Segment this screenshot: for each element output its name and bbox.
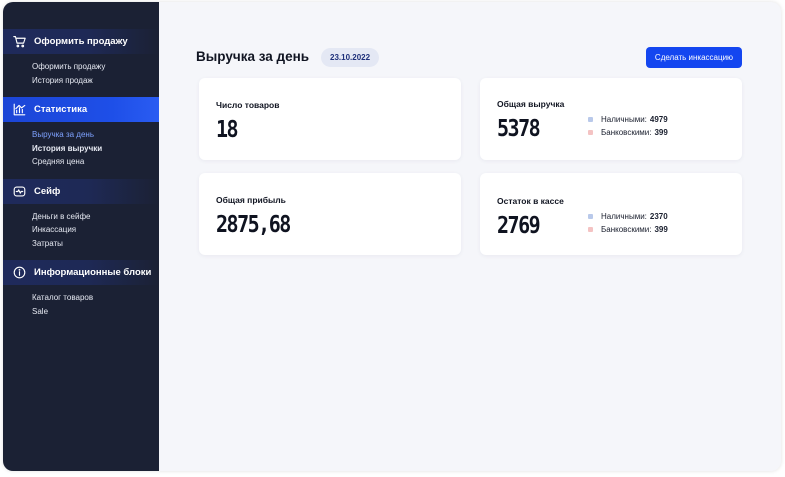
bank-swatch-icon xyxy=(588,227,593,232)
card-label: Остаток в кассе xyxy=(497,196,564,206)
sidebar: Оформить продажу Оформить продажу Истори… xyxy=(3,2,159,471)
card-total-revenue: Общая выручка 5378 Наличными: 4979 Банко… xyxy=(480,78,742,160)
sidebar-section-title: Статистика xyxy=(34,104,88,115)
legend-bank-value: 399 xyxy=(654,128,668,137)
sidebar-section-title: Сейф xyxy=(34,185,61,197)
sidebar-sublist-safe: Деньги в сейфе Инкассация Затраты xyxy=(3,204,159,261)
bank-swatch-icon xyxy=(588,130,593,135)
cart-icon xyxy=(12,35,26,49)
legend-cash: Наличными: 2370 xyxy=(588,210,668,223)
legend-bank-value: 399 xyxy=(654,225,668,234)
sidebar-section-title: Оформить продажу xyxy=(34,36,128,47)
revenue-breakdown: Наличными: 4979 Банковскими: 399 xyxy=(588,113,668,139)
legend-bank-label: Банковскими: xyxy=(601,128,652,137)
legend-bank: Банковскими: 399 xyxy=(588,223,668,236)
sidebar-section-info-blocks[interactable]: Информационные блоки xyxy=(3,260,159,285)
make-collection-button[interactable]: Сделать инкассацию xyxy=(646,47,742,68)
sidebar-item-product-catalog[interactable]: Каталог товаров xyxy=(32,291,159,305)
sidebar-sublist-statistics: Выручка за день История выручки Средняя … xyxy=(3,122,159,179)
card-cash-balance: Остаток в кассе 2769 Наличными: 2370 Бан… xyxy=(480,173,742,255)
legend-cash-label: Наличными: xyxy=(601,115,647,124)
cash-swatch-icon xyxy=(588,117,593,122)
sidebar-sublist-info-blocks: Каталог товаров Sale xyxy=(3,285,159,328)
sidebar-section-safe[interactable]: Сейф xyxy=(3,178,159,204)
card-value: 5378 xyxy=(497,114,541,142)
card-label: Число товаров xyxy=(216,100,280,110)
sidebar-item-sale[interactable]: Sale xyxy=(32,305,159,319)
card-total-profit: Общая прибыль 2875,68 xyxy=(199,173,461,255)
sidebar-section-statistics[interactable]: Статистика xyxy=(3,97,159,122)
sidebar-section-sales[interactable]: Оформить продажу xyxy=(3,29,159,54)
page-title: Выручка за день xyxy=(196,49,310,64)
card-value: 2769 xyxy=(497,211,541,239)
date-badge: 23.10.2022 xyxy=(321,48,380,67)
legend-bank: Банковскими: 399 xyxy=(588,126,668,139)
card-label: Общая выручка xyxy=(497,99,565,109)
main-content: Выручка за день 23.10.2022 Сделать инкас… xyxy=(159,2,781,471)
sidebar-item-average-price[interactable]: Средняя цена xyxy=(32,155,159,169)
chart-icon xyxy=(12,103,26,117)
legend-cash-label: Наличными: xyxy=(601,212,647,221)
card-label: Общая прибыль xyxy=(216,195,286,205)
legend-bank-label: Банковскими: xyxy=(601,225,652,234)
info-icon xyxy=(12,266,26,280)
sidebar-item-new-sale[interactable]: Оформить продажу xyxy=(32,60,159,74)
legend-cash-value: 2370 xyxy=(649,212,668,221)
legend-cash-value: 4979 xyxy=(649,115,668,124)
sidebar-item-money-in-safe[interactable]: Деньги в сейфе xyxy=(32,210,159,224)
card-value: 2875,68 xyxy=(216,210,291,238)
sidebar-item-expenses[interactable]: Затраты xyxy=(32,237,159,251)
safe-icon xyxy=(12,184,26,198)
sidebar-item-revenue-history[interactable]: История выручки xyxy=(32,142,159,156)
sidebar-item-sales-history[interactable]: История продаж xyxy=(32,74,159,88)
cash-swatch-icon xyxy=(588,214,593,219)
sidebar-item-collection[interactable]: Инкассация xyxy=(32,223,159,237)
sidebar-sublist-sales: Оформить продажу История продаж xyxy=(3,54,159,97)
app-window: Оформить продажу Оформить продажу Истори… xyxy=(3,2,781,471)
card-items-count: Число товаров 18 xyxy=(199,78,461,160)
card-value: 18 xyxy=(216,115,239,143)
balance-breakdown: Наличными: 2370 Банковскими: 399 xyxy=(588,210,668,236)
sidebar-section-title: Информационные блоки xyxy=(34,267,152,278)
sidebar-item-daily-revenue[interactable]: Выручка за день xyxy=(32,128,159,142)
legend-cash: Наличными: 4979 xyxy=(588,113,668,126)
